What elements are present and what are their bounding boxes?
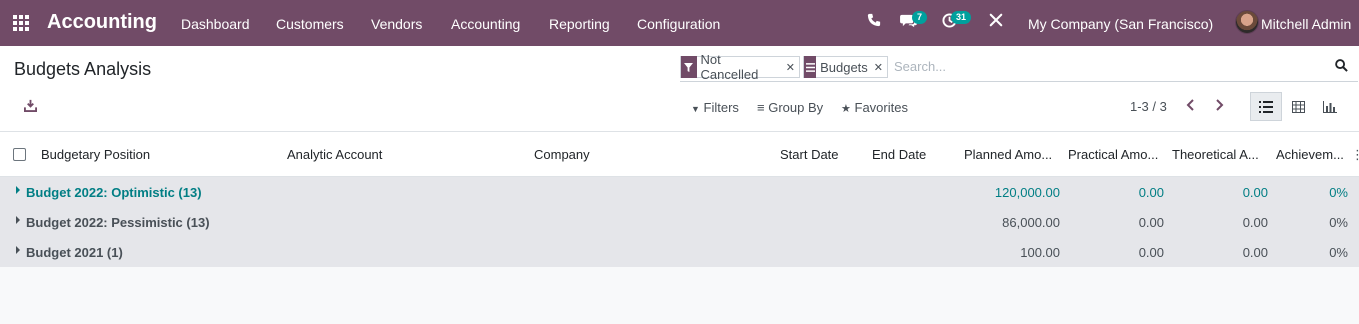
group-by-label: Group By [768,100,824,115]
planned-amount: 86,000.00 [1002,215,1060,230]
column-end-date[interactable]: End Date [872,147,926,162]
apps-menu-icon[interactable] [13,15,29,31]
bar-chart-icon [1323,100,1337,113]
column-company[interactable]: Company [534,147,590,162]
user-menu[interactable]: Mitchell Admin [1261,16,1351,32]
practical-amount: 0.00 [1138,185,1164,200]
planned-amount: 120,000.00 [994,185,1060,200]
group-name: Budget 2022: Pessimistic (13) [26,215,210,230]
column-achievement[interactable]: Achievem... [1276,147,1344,162]
search-icon[interactable] [1335,59,1349,73]
control-panel: Budgets Analysis Not Cancelled ✕ Budgets… [0,46,1359,132]
menu-accounting[interactable]: Accounting [451,16,520,32]
select-all-checkbox[interactable] [13,148,26,161]
achievement: 0% [1329,245,1348,260]
facet-budgets: Budgets ✕ [803,56,888,78]
column-analytic-account[interactable]: Analytic Account [287,147,382,162]
caret-right-icon [16,216,20,224]
column-budgetary-position[interactable]: Budgetary Position [41,147,150,162]
favorites-label: Favorites [854,100,908,115]
favorites-button[interactable]: ★ Favorites [841,100,908,115]
graph-view-button[interactable] [1314,92,1346,121]
menu-configuration[interactable]: Configuration [637,16,720,32]
group-by-button[interactable]: ≡ Group By [757,100,823,115]
achievement: 0% [1329,185,1348,200]
caret-right-icon [16,246,20,254]
column-practical-amount[interactable]: Practical Amo... [1068,147,1158,162]
column-options-icon[interactable]: ⋮ [1351,147,1359,163]
menu-customers[interactable]: Customers [276,16,344,32]
facet-remove-icon[interactable]: ✕ [786,61,799,74]
menu-reporting[interactable]: Reporting [549,16,610,32]
column-planned-amount[interactable]: Planned Amo... [964,147,1052,162]
group-name: Budget 2021 (1) [26,245,123,260]
pager-value[interactable]: 1-3 / 3 [1130,99,1167,114]
filters-button[interactable]: ▼ Filters [691,100,739,115]
pager-previous-icon[interactable] [1186,98,1196,114]
download-xlsx-icon[interactable] [24,99,38,113]
group-by-icon: ≡ [757,100,765,115]
filter-icon: ▼ [691,104,700,114]
facet-label: Not Cancelled [700,52,759,82]
table-grid-icon [1291,100,1305,113]
page-title: Budgets Analysis [14,59,152,79]
list-view-button[interactable] [1250,92,1282,121]
phone-icon[interactable] [867,13,881,32]
menu-dashboard[interactable]: Dashboard [181,16,250,32]
filter-icon [681,56,697,78]
facet-remove-icon[interactable]: ✕ [874,61,887,74]
search-bar: Not Cancelled ✕ Budgets ✕ [680,52,1358,82]
list-header: Budgetary Position Analytic Account Comp… [0,132,1359,177]
search-input[interactable] [894,59,1314,74]
top-navbar: Accounting Dashboard Customers Vendors A… [0,0,1359,46]
facet-label: Budgets [820,59,868,75]
user-avatar[interactable] [1235,10,1259,34]
activities-badge: 31 [951,11,972,24]
column-theoretical-amount[interactable]: Theoretical A... [1172,147,1259,162]
app-name[interactable]: Accounting [47,11,157,34]
group-row[interactable]: Budget 2022: Pessimistic (13) 86,000.00 … [0,207,1359,237]
planned-amount: 100.00 [1020,245,1060,260]
menu-vendors[interactable]: Vendors [371,16,422,32]
theoretical-amount: 0.00 [1242,245,1268,260]
caret-right-icon [16,186,20,194]
company-switcher[interactable]: My Company (San Francisco) [1028,16,1213,32]
group-name: Budget 2022: Optimistic (13) [26,185,202,200]
messages-badge: 7 [912,11,928,24]
filters-label: Filters [703,100,739,115]
achievement: 0% [1329,215,1348,230]
list-body: Budget 2022: Optimistic (13) 120,000.00 … [0,177,1359,267]
practical-amount: 0.00 [1138,215,1164,230]
column-start-date[interactable]: Start Date [780,147,839,162]
theoretical-amount: 0.00 [1242,185,1268,200]
group-by-icon [804,56,817,78]
group-row[interactable]: Budget 2022: Optimistic (13) 120,000.00 … [0,177,1359,207]
practical-amount: 0.00 [1138,245,1164,260]
pager-next-icon[interactable] [1214,98,1224,114]
group-row[interactable]: Budget 2021 (1) 100.00 0.00 0.00 0% [0,237,1359,267]
star-icon: ★ [841,103,851,115]
list-icon [1259,100,1273,113]
theoretical-amount: 0.00 [1242,215,1268,230]
pivot-view-button[interactable] [1282,92,1314,121]
debug-tools-icon[interactable] [989,13,1003,32]
facet-not-cancelled: Not Cancelled ✕ [680,52,800,82]
